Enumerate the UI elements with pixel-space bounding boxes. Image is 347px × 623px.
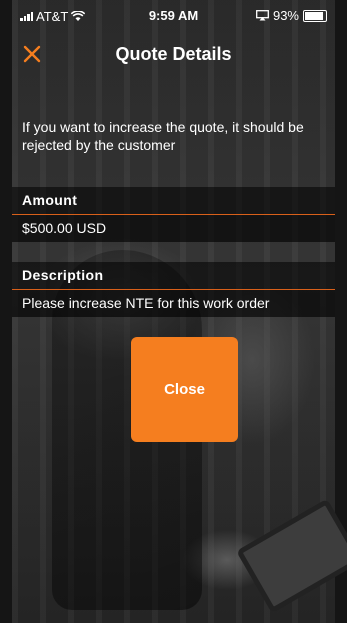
info-message: If you want to increase the quote, it sh… <box>22 119 304 153</box>
amount-header: Amount <box>12 187 335 214</box>
close-button-label: Close <box>164 381 205 398</box>
app-screen: AT&T 9:59 AM 93% Quote Details If you wa… <box>12 0 335 623</box>
amount-label: Amount <box>22 192 78 208</box>
description-label: Description <box>22 267 104 283</box>
description-value: Please increase NTE for this work order <box>22 295 270 311</box>
amount-value: $500.00 USD <box>22 220 107 236</box>
description-row: Please increase NTE for this work order <box>12 289 335 317</box>
nav-bar: Quote Details <box>12 32 335 76</box>
status-right: 93% <box>256 8 327 23</box>
amount-row: $500.00 USD <box>12 214 335 242</box>
description-header: Description <box>12 262 335 289</box>
battery-icon <box>303 9 327 22</box>
close-button[interactable]: Close <box>131 337 238 442</box>
page-title: Quote Details <box>115 44 232 64</box>
battery-percent: 93% <box>272 8 299 23</box>
airplay-icon <box>256 10 269 21</box>
status-bar: AT&T 9:59 AM 93% <box>12 0 335 32</box>
